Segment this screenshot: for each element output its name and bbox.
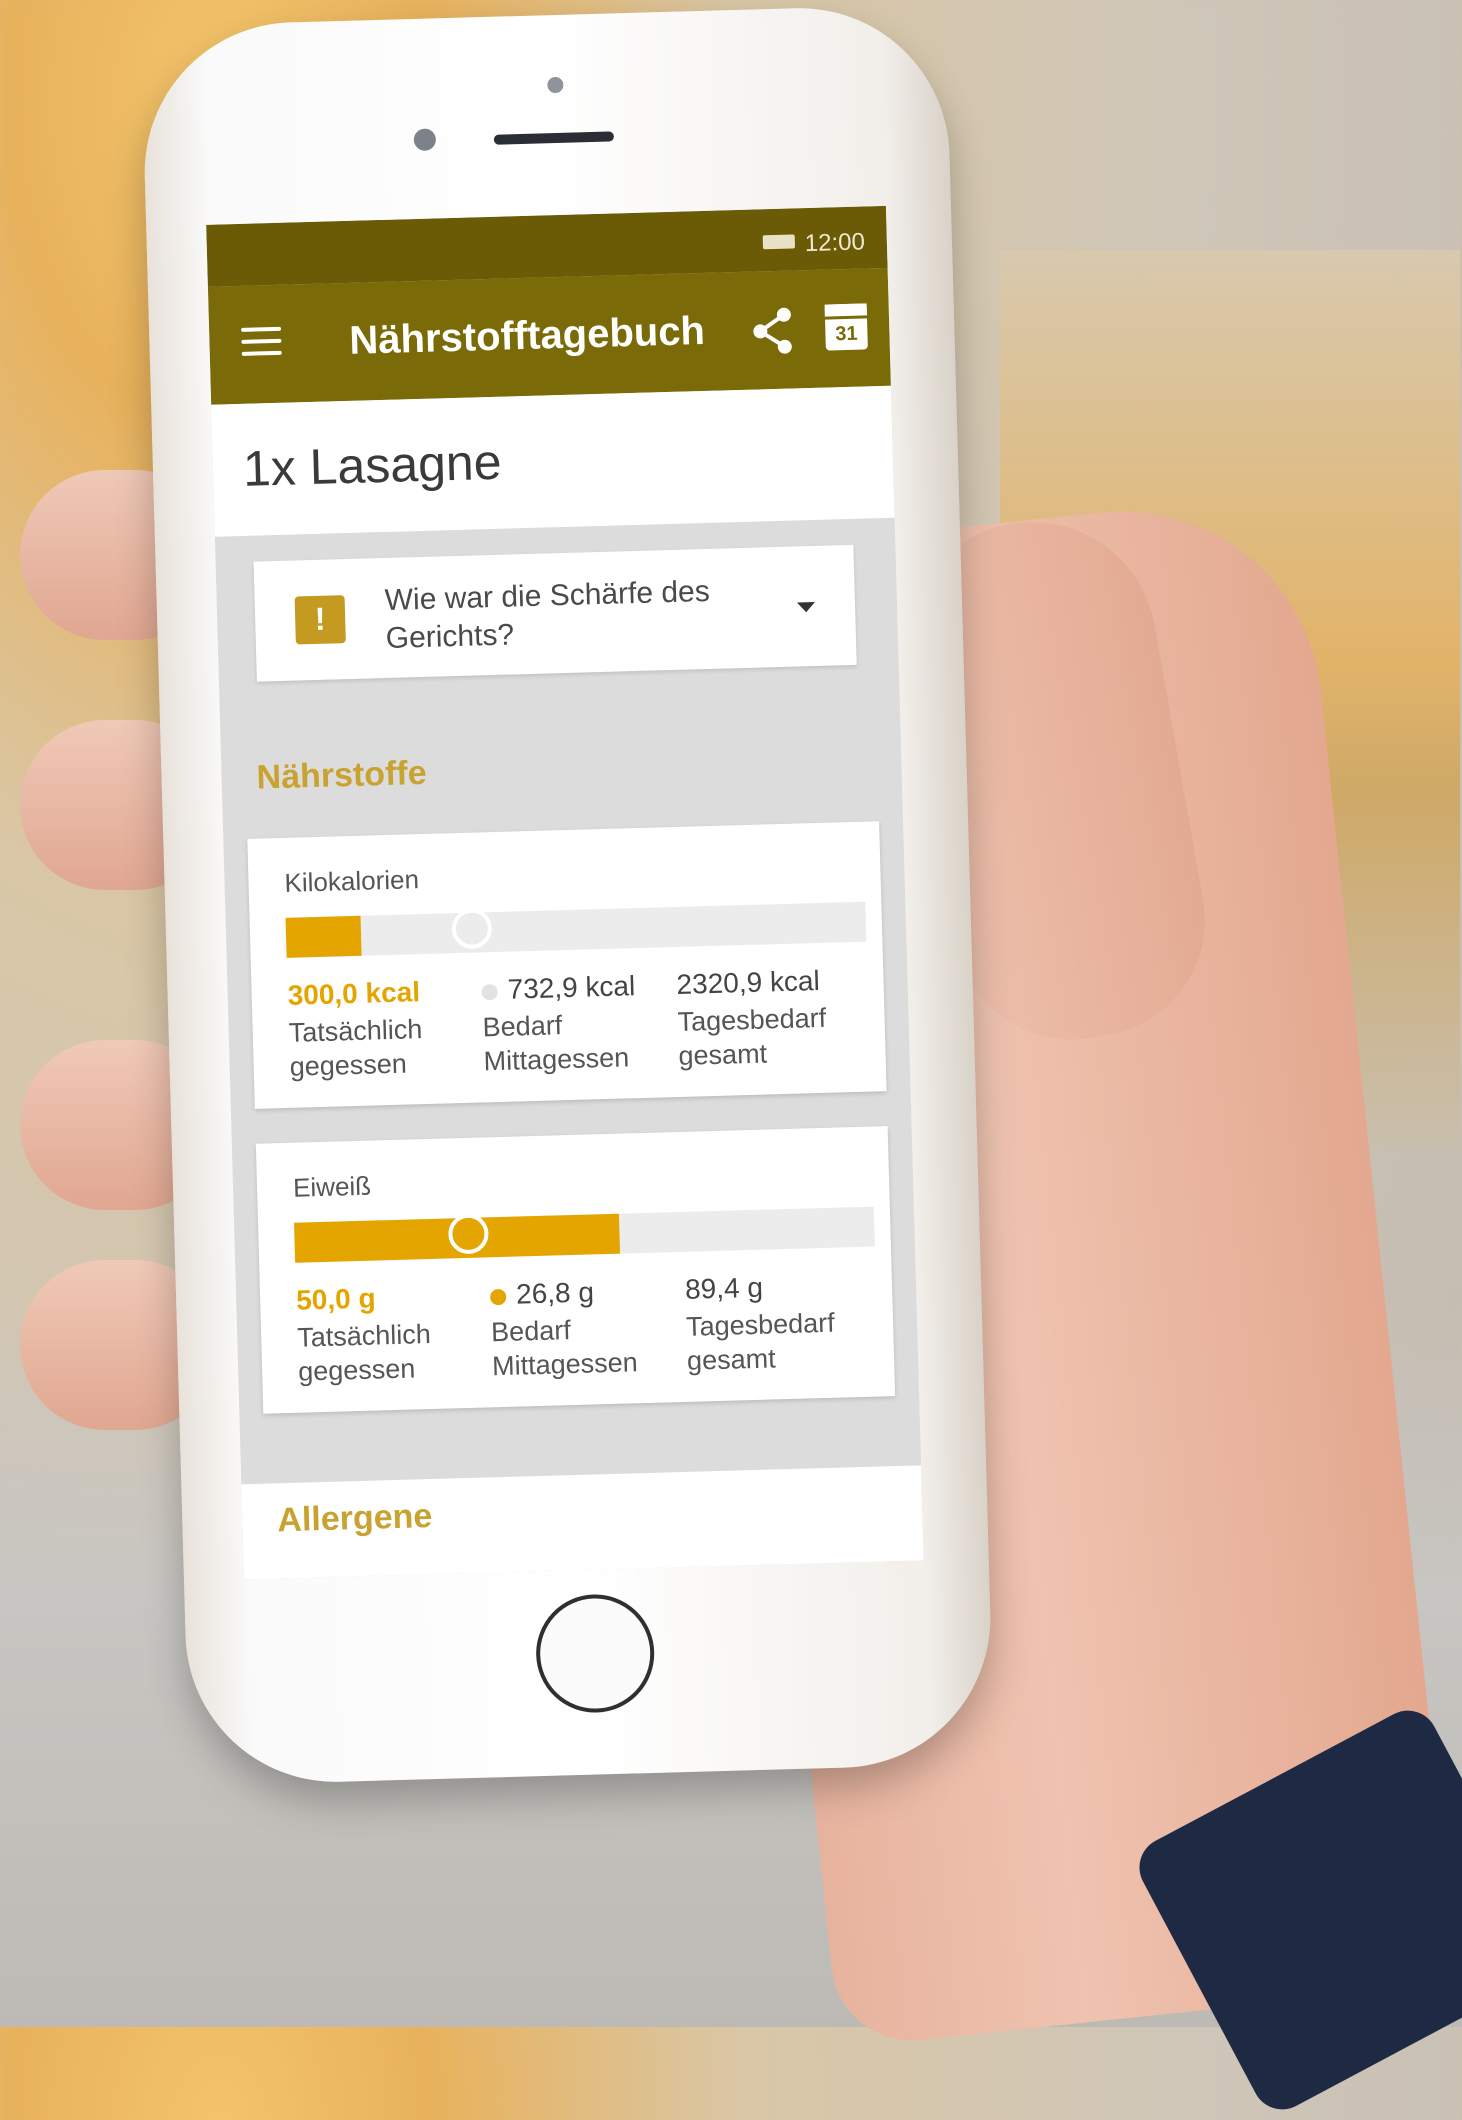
dish-header: 1x Lasagne bbox=[211, 385, 895, 537]
stat-actual: 50,0 g Tatsächlich gegessen bbox=[296, 1279, 489, 1388]
calendar-day: 31 bbox=[835, 322, 858, 346]
allergens-section[interactable]: Allergene bbox=[241, 1465, 924, 1580]
nutrients-section-title: Nährstoffe bbox=[256, 753, 428, 797]
feedback-icon: ! bbox=[294, 595, 346, 645]
actual-label: Tatsächlich gegessen bbox=[288, 1014, 423, 1082]
front-camera bbox=[413, 128, 437, 151]
daily-label: Tagesbedarf gesamt bbox=[677, 1002, 827, 1071]
lunch-dot bbox=[481, 983, 498, 1001]
calendar-icon[interactable]: 31 bbox=[824, 303, 868, 351]
daily-value: 2320,9 kcal bbox=[676, 964, 821, 1000]
app-title: Nährstofftagebuch bbox=[348, 308, 706, 363]
app-screen: 12:00 Nährstofftagebuch 31 1x Lasagne ! … bbox=[206, 205, 924, 1580]
actual-label: Tatsächlich gegessen bbox=[296, 1318, 432, 1387]
earpiece-speaker bbox=[493, 131, 614, 145]
dish-title: 1x Lasagne bbox=[242, 433, 503, 497]
app-bar: Nährstofftagebuch 31 bbox=[207, 267, 891, 405]
bar-fill bbox=[285, 915, 363, 958]
nutrient-progress-bar bbox=[285, 901, 867, 958]
lunch-dot bbox=[489, 1288, 507, 1305]
sensor-dot bbox=[547, 76, 564, 94]
dropdown-arrow-icon[interactable] bbox=[796, 601, 816, 613]
stat-actual: 300,0 kcal Tatsächlich gegessen bbox=[287, 975, 480, 1084]
actual-value: 300,0 kcal bbox=[287, 976, 421, 1011]
home-button[interactable] bbox=[534, 1592, 656, 1715]
nutrient-name: Eiweiß bbox=[292, 1170, 372, 1203]
lunch-value: 26,8 g bbox=[515, 1276, 595, 1310]
actual-value: 50,0 g bbox=[295, 1282, 377, 1316]
menu-icon[interactable] bbox=[241, 326, 282, 356]
stat-lunch: 26,8 g Bedarf Mittagessen bbox=[489, 1274, 683, 1383]
daily-label: Tagesbedarf gesamt bbox=[685, 1307, 836, 1376]
question-text: Wie war die Schärfe des Gerichts? bbox=[384, 574, 711, 655]
nutrient-name: Kilokalorien bbox=[284, 864, 420, 898]
spiciness-dropdown[interactable]: ! Wie war die Schärfe des Gerichts? bbox=[253, 544, 857, 682]
battery-icon bbox=[762, 234, 796, 250]
status-time: 12:00 bbox=[804, 228, 866, 258]
share-icon[interactable] bbox=[750, 305, 795, 356]
nutrient-card-kcal: Kilokalorien 300,0 kcal Tatsächlich gege… bbox=[247, 821, 887, 1109]
allergens-section-title: Allergene bbox=[276, 1497, 433, 1540]
lunch-value: 732,9 kcal bbox=[507, 970, 636, 1005]
stat-daily: 2320,9 kcal Tagesbedarf gesamt bbox=[676, 964, 869, 1073]
lunch-label: Bedarf Mittagessen bbox=[490, 1315, 639, 1382]
stat-lunch: 732,9 kcal Bedarf Mittagessen bbox=[481, 969, 674, 1078]
daily-value: 89,4 g bbox=[684, 1271, 764, 1305]
lunch-label: Bedarf Mittagessen bbox=[482, 1010, 630, 1077]
lunch-requirement-marker bbox=[450, 908, 493, 950]
nutrient-progress-bar bbox=[294, 1206, 875, 1263]
stat-daily: 89,4 g Tagesbedarf gesamt bbox=[685, 1269, 878, 1378]
nutrient-card-protein: Eiweiß 50,0 g Tatsächlich gegessen 26,8 … bbox=[255, 1126, 896, 1414]
smartphone: 12:00 Nährstofftagebuch 31 1x Lasagne ! … bbox=[140, 4, 995, 1786]
